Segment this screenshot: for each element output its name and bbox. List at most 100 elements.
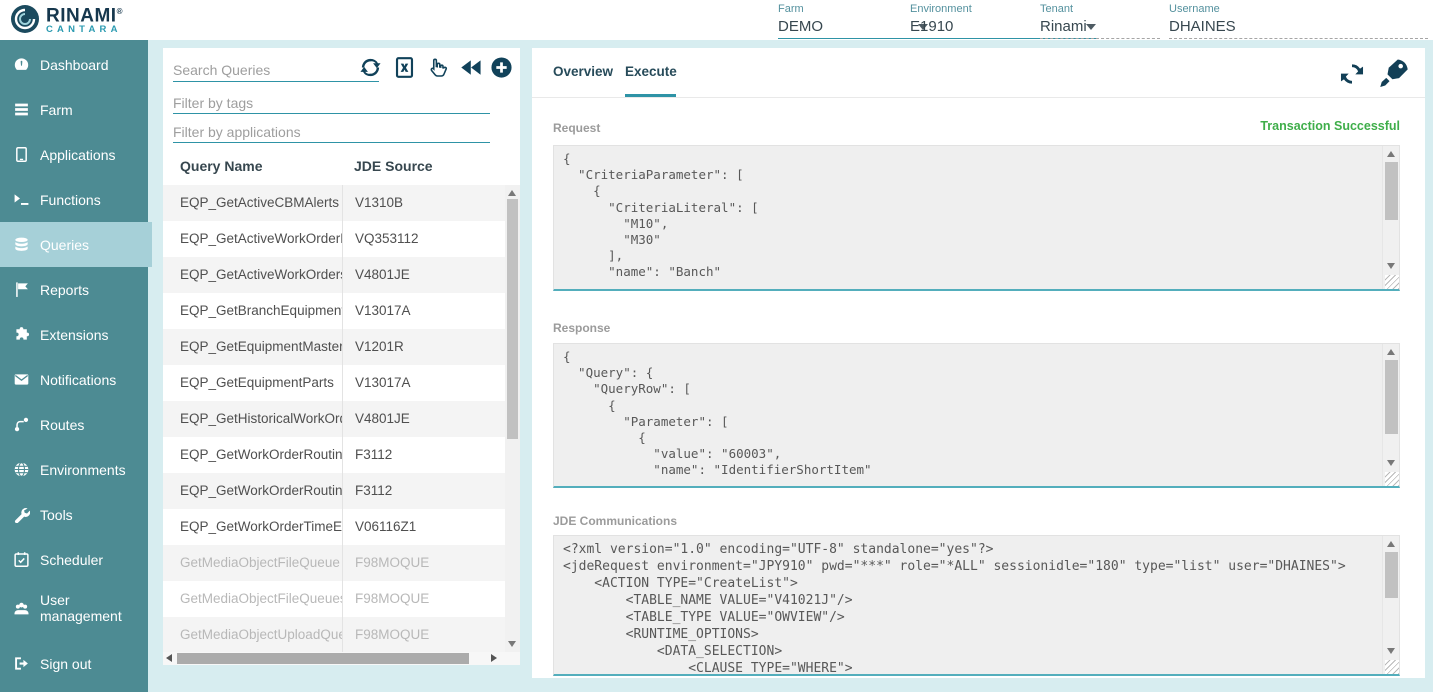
response-textarea[interactable]: { "Query": { "QueryRow": [ { "Parameter"…	[553, 343, 1400, 488]
jde-communications-textarea[interactable]: <?xml version="1.0" encoding="UTF-8" sta…	[553, 535, 1400, 676]
jde-source-cell: VQ353112	[342, 221, 505, 257]
request-textarea[interactable]: { "CriteriaParameter": [ { "CriteriaLite…	[553, 145, 1400, 291]
filter-applications-input[interactable]	[173, 121, 490, 143]
rocket-icon	[1378, 56, 1411, 89]
username-label: Username	[1169, 3, 1428, 15]
tools-icon	[13, 506, 30, 523]
jde-source-cell: V13017A	[342, 293, 505, 329]
response-scrollbar[interactable]	[1382, 344, 1399, 486]
execute-rocket-button[interactable]	[1378, 56, 1411, 92]
brand-name: RINAMI®	[46, 3, 123, 24]
scrollbar-thumb[interactable]	[507, 199, 518, 439]
sidebar-item-label: Queries	[40, 237, 89, 253]
resize-grip[interactable]	[1385, 660, 1399, 674]
dashboard-icon	[13, 56, 30, 73]
sidebar-item-environments[interactable]: Environments	[0, 447, 148, 492]
request-code: { "CriteriaParameter": [ { "CriteriaLite…	[554, 146, 1399, 289]
table-row[interactable]: EQP_GetHistoricalWorkOrdV4801JE	[163, 401, 505, 437]
sidebar-item-farm[interactable]: Farm	[0, 87, 148, 132]
sidebar-item-routes[interactable]: Routes	[0, 402, 148, 447]
table-header: Query Name JDE Source	[163, 148, 505, 184]
scroll-up-arrow[interactable]	[508, 190, 516, 196]
sidebar-item-label: User management	[40, 592, 140, 624]
sidebar-item-notifications[interactable]: Notifications	[0, 357, 148, 402]
query-name-cell: EQP_GetBranchEquipment	[163, 293, 342, 329]
refresh-icon	[1338, 60, 1366, 88]
jde-source-cell: F3112	[342, 473, 505, 509]
scroll-down-arrow[interactable]	[1387, 460, 1395, 466]
table-row[interactable]: EQP_GetActiveCBMAlertsV1310B	[163, 185, 505, 221]
table-row[interactable]: GetMediaObjectUploadQueF98MOQUE	[163, 617, 505, 653]
sidebar-item-user-management[interactable]: User management	[0, 582, 148, 634]
scroll-up-arrow[interactable]	[1387, 349, 1395, 355]
table-row[interactable]: EQP_GetWorkOrderRoutingF3112	[163, 437, 505, 473]
jde-source-cell: V13017A	[342, 365, 505, 401]
scroll-down-arrow[interactable]	[1387, 648, 1395, 654]
scroll-up-arrow[interactable]	[1387, 151, 1395, 157]
rewind-button[interactable]	[457, 56, 484, 82]
sidebar-item-label: Routes	[40, 417, 84, 433]
hand-pointer-button[interactable]	[424, 56, 451, 82]
scroll-right-arrow[interactable]	[491, 654, 497, 662]
table-row[interactable]: EQP_GetWorkOrderTimeEnV06116Z1	[163, 509, 505, 545]
query-list-panel: Query Name JDE Source EQP_GetActiveCBMAl…	[163, 48, 520, 665]
resize-grip[interactable]	[1385, 275, 1399, 289]
excel-export-icon	[393, 56, 416, 79]
scroll-left-arrow[interactable]	[166, 654, 172, 662]
table-row[interactable]: EQP_GetWorkOrderRoutingF3112	[163, 473, 505, 509]
request-scrollbar[interactable]	[1382, 146, 1399, 289]
scroll-up-arrow[interactable]	[1387, 541, 1395, 547]
scroll-down-arrow[interactable]	[1387, 263, 1395, 269]
sidebar-item-dashboard[interactable]: Dashboard	[0, 42, 148, 87]
table-row[interactable]: EQP_GetEquipmentMasterV1201R	[163, 329, 505, 365]
table-row[interactable]: GetMediaObjectFileQueueF98MOQUE	[163, 545, 505, 581]
table-row[interactable]: EQP_GetActiveWorkOrdersV4801JE	[163, 257, 505, 293]
sidebar-item-applications[interactable]: Applications	[0, 132, 148, 177]
table-vertical-scrollbar[interactable]	[505, 185, 520, 652]
add-query-button[interactable]	[488, 56, 515, 82]
table-horizontal-scrollbar[interactable]	[163, 652, 520, 665]
environments-icon	[13, 461, 30, 478]
search-input[interactable]	[173, 58, 379, 82]
refresh-button[interactable]	[1338, 60, 1366, 91]
excel-export-button[interactable]	[391, 56, 418, 82]
table-row[interactable]: EQP_GetActiveWorkOrderRVQ353112	[163, 221, 505, 257]
jde-source-cell: V1201R	[342, 329, 505, 365]
sync-button[interactable]	[357, 56, 384, 82]
sidebar-item-label: Tools	[40, 507, 73, 523]
farm-select[interactable]: Farm DEMO	[778, 3, 930, 39]
sidebar-item-queries[interactable]: Queries	[0, 222, 152, 267]
request-label: Request	[553, 121, 600, 135]
sidebar-item-label: Sign out	[40, 656, 91, 672]
table-row[interactable]: EQP_GetEquipmentPartsV13017A	[163, 365, 505, 401]
sidebar-item-functions[interactable]: Functions	[0, 177, 148, 222]
table-row[interactable]: EQP_GetBranchEquipmentV13017A	[163, 293, 505, 329]
filter-tags-input[interactable]	[173, 92, 490, 114]
scroll-down-arrow[interactable]	[508, 641, 516, 647]
sidebar-item-sign-out[interactable]: Sign out	[0, 641, 148, 686]
sidebar-item-label: Applications	[40, 147, 116, 163]
tab-overview[interactable]: Overview	[553, 64, 613, 79]
add-icon	[490, 56, 513, 79]
functions-icon	[13, 191, 30, 208]
farm-label: Farm	[778, 3, 930, 15]
table-row[interactable]: GetMediaObjectFileQueuesF98MOQUE	[163, 581, 505, 617]
scrollbar-thumb[interactable]	[1385, 162, 1398, 220]
sidebar-item-label: Environments	[40, 462, 126, 478]
username-field: Username DHAINES	[1169, 3, 1428, 39]
scrollbar-thumb[interactable]	[1385, 360, 1398, 434]
sidebar-item-reports[interactable]: Reports	[0, 267, 148, 312]
sidebar-item-tools[interactable]: Tools	[0, 492, 148, 537]
jde-scrollbar[interactable]	[1382, 536, 1399, 674]
sidebar-item-scheduler[interactable]: Scheduler	[0, 537, 148, 582]
scrollbar-thumb[interactable]	[1385, 552, 1398, 598]
sign-out-icon	[13, 655, 30, 672]
tenant-label: Tenant	[1040, 3, 1160, 15]
sidebar-item-extensions[interactable]: Extensions	[0, 312, 148, 357]
jde-source-cell: F98MOQUE	[342, 581, 505, 617]
tab-execute[interactable]: Execute	[625, 64, 677, 79]
routes-icon	[13, 416, 30, 433]
scrollbar-thumb[interactable]	[177, 653, 469, 664]
resize-grip[interactable]	[1385, 472, 1399, 486]
query-name-cell: EQP_GetActiveWorkOrders	[163, 257, 342, 293]
